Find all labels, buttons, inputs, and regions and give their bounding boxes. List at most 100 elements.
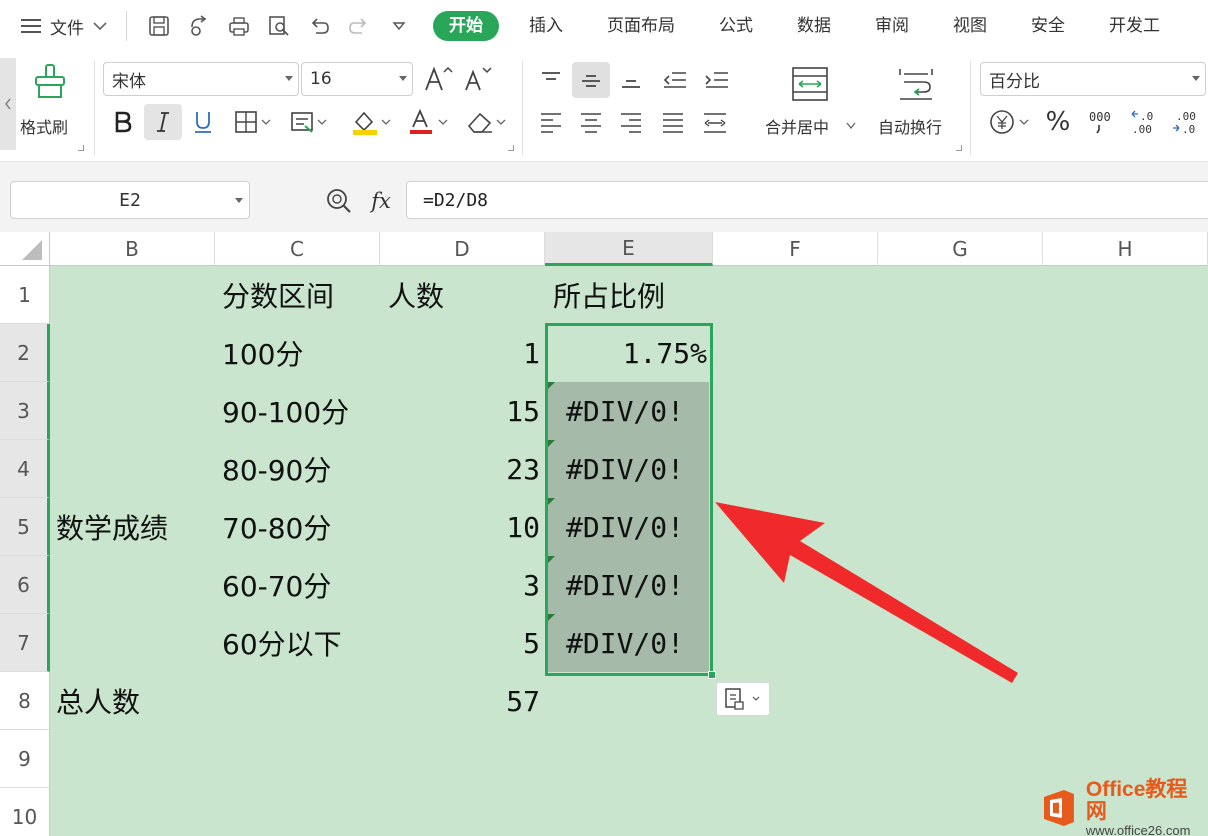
align-right-button[interactable] xyxy=(612,104,650,140)
export-button[interactable] xyxy=(179,11,219,41)
font-size-select[interactable]: 16 xyxy=(301,62,413,96)
format-painter-button[interactable] xyxy=(22,62,78,102)
find-function-button[interactable] xyxy=(322,184,356,218)
column-header-d[interactable]: D xyxy=(380,232,545,266)
row-header-10[interactable]: 10 xyxy=(0,788,50,836)
dialog-launcher-clipboard[interactable] xyxy=(78,145,84,151)
merge-center-label[interactable]: 合并居中 xyxy=(765,114,829,138)
column-header-c[interactable]: C xyxy=(215,232,380,266)
dialog-launcher-alignment[interactable] xyxy=(956,145,962,151)
font-color-button[interactable] xyxy=(404,104,454,140)
dialog-launcher-font[interactable] xyxy=(508,145,514,151)
fill-color-button[interactable] xyxy=(346,104,398,140)
cell-c3[interactable]: 90-100分 xyxy=(222,382,349,440)
align-left-button[interactable] xyxy=(532,104,570,140)
decrease-decimal-button[interactable]: .00.0 xyxy=(1166,104,1206,140)
cell-c5[interactable]: 70-80分 xyxy=(222,498,331,556)
row-header-5[interactable]: 5 xyxy=(0,498,50,556)
cell-d7[interactable]: 5 xyxy=(380,614,540,672)
column-header-b[interactable]: B xyxy=(50,232,215,266)
align-middle-icon xyxy=(582,75,600,87)
file-menu[interactable]: 文件 xyxy=(0,0,108,52)
cell-d3[interactable]: 15 xyxy=(380,382,540,440)
cell-c4[interactable]: 80-90分 xyxy=(222,440,331,498)
column-header-g[interactable]: G xyxy=(878,232,1043,266)
tab-formulas[interactable]: 公式 xyxy=(697,11,775,41)
eraser-icon xyxy=(467,112,506,133)
cell-style-button[interactable] xyxy=(286,104,334,140)
thousands-separator-button[interactable]: 000 xyxy=(1080,104,1120,140)
tab-page-layout[interactable]: 页面布局 xyxy=(585,11,697,41)
bold-button[interactable] xyxy=(104,104,142,140)
formula-input[interactable]: =D2/D8 xyxy=(406,181,1208,219)
cell-c6[interactable]: 60-70分 xyxy=(222,556,331,614)
distributed-button[interactable] xyxy=(696,104,734,140)
cell-d4[interactable]: 23 xyxy=(380,440,540,498)
row-header-3[interactable]: 3 xyxy=(0,382,50,440)
align-right-icon xyxy=(621,113,641,133)
save-button[interactable] xyxy=(139,11,179,41)
decrease-indent-button[interactable] xyxy=(656,62,694,98)
cell-c1[interactable]: 分数区间 xyxy=(222,266,334,324)
underline-button[interactable] xyxy=(184,104,222,140)
row-header-6[interactable]: 6 xyxy=(0,556,50,614)
align-center-button[interactable] xyxy=(572,104,610,140)
select-all-corner[interactable] xyxy=(0,232,50,266)
tab-developer[interactable]: 开发工 xyxy=(1087,11,1182,41)
name-box[interactable]: E2 xyxy=(10,181,250,219)
increase-indent-button[interactable] xyxy=(698,62,736,98)
undo-button[interactable] xyxy=(299,11,339,41)
cell-d1[interactable]: 人数 xyxy=(388,266,444,324)
tab-home[interactable]: 开始 xyxy=(433,11,499,41)
worksheet-grid[interactable]: B C D E F G H 1 2 3 4 5 6 7 8 9 10 分数区间 … xyxy=(0,232,1208,836)
tab-insert[interactable]: 插入 xyxy=(507,11,585,41)
cell-b2-merged[interactable]: 数学成绩 xyxy=(56,498,168,556)
print-preview-button[interactable] xyxy=(259,11,299,41)
justify-button[interactable] xyxy=(654,104,692,140)
ribbon-home: 格式刷 宋体 16 合并居中 自动换行 百分比 % 000 .0 .00 .00… xyxy=(0,52,1208,162)
tab-review[interactable]: 审阅 xyxy=(853,11,931,41)
column-header-h[interactable]: H xyxy=(1043,232,1208,266)
cell-c7[interactable]: 60分以下 xyxy=(222,614,342,672)
increase-font-button[interactable] xyxy=(420,62,456,96)
currency-button[interactable] xyxy=(984,104,1036,140)
align-bottom-button[interactable] xyxy=(612,62,650,98)
print-button[interactable] xyxy=(219,11,259,41)
cell-b8[interactable]: 总人数 xyxy=(56,672,140,730)
italic-button[interactable] xyxy=(144,104,182,140)
column-header-f[interactable]: F xyxy=(713,232,878,266)
align-top-button[interactable] xyxy=(532,62,570,98)
merge-center-button[interactable] xyxy=(784,62,836,106)
percent-button[interactable]: % xyxy=(1038,104,1078,140)
clear-format-button[interactable] xyxy=(460,104,512,140)
number-format-select[interactable]: 百分比 xyxy=(980,62,1206,96)
tab-view[interactable]: 视图 xyxy=(931,11,1009,41)
office-logo-icon xyxy=(1043,790,1074,826)
row-header-7[interactable]: 7 xyxy=(0,614,50,672)
column-header-e[interactable]: E xyxy=(545,232,713,266)
decrease-font-button[interactable] xyxy=(460,62,496,96)
align-middle-button[interactable] xyxy=(572,62,610,98)
cell-d6[interactable]: 3 xyxy=(380,556,540,614)
wrap-text-label[interactable]: 自动换行 xyxy=(878,114,942,138)
ribbon-collapse-handle[interactable] xyxy=(0,58,16,150)
cell-e1[interactable]: 所占比例 xyxy=(553,266,665,324)
redo-button[interactable] xyxy=(339,11,379,41)
cell-d2[interactable]: 1 xyxy=(380,324,540,382)
cell-d8[interactable]: 57 xyxy=(380,672,540,730)
row-header-9[interactable]: 9 xyxy=(0,730,50,788)
borders-button[interactable] xyxy=(230,104,278,140)
customize-toolbar-button[interactable] xyxy=(379,11,419,41)
wrap-text-button[interactable] xyxy=(890,62,942,106)
insert-function-button[interactable]: fx xyxy=(364,184,398,218)
tab-security[interactable]: 安全 xyxy=(1009,11,1087,41)
cell-c2[interactable]: 100分 xyxy=(222,324,303,382)
increase-decimal-button[interactable]: .0.00 xyxy=(1124,104,1164,140)
row-header-4[interactable]: 4 xyxy=(0,440,50,498)
row-header-8[interactable]: 8 xyxy=(0,672,50,730)
cell-d5[interactable]: 10 xyxy=(380,498,540,556)
tab-data[interactable]: 数据 xyxy=(775,11,853,41)
row-header-1[interactable]: 1 xyxy=(0,266,50,324)
font-name-select[interactable]: 宋体 xyxy=(103,62,299,96)
row-header-2[interactable]: 2 xyxy=(0,324,50,382)
